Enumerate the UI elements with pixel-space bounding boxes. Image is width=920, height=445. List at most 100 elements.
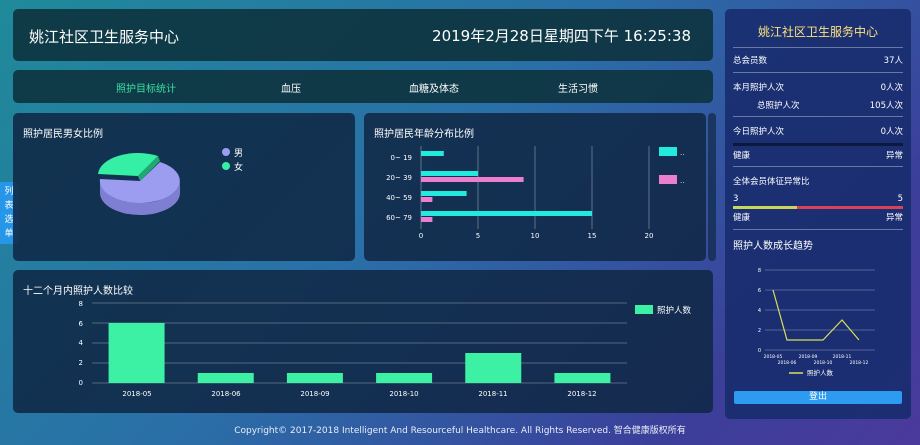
trend-series-line xyxy=(772,289,860,341)
trend-xtick-label: 2018-10 xyxy=(814,360,833,366)
month-visits-label: 本月照护人次 xyxy=(733,83,785,93)
age-category-label: 0~ 19 xyxy=(391,154,412,162)
month-xtick-label: 2018-10 xyxy=(389,390,418,398)
total-visits-row: 总照护人次 105人次 xyxy=(757,99,903,111)
legend-label-male: 男 xyxy=(234,148,243,159)
ratio-bar-abnormal xyxy=(796,206,903,209)
abnormal-ratio-title: 全体会员体征异常比 xyxy=(733,177,810,187)
logout-button[interactable]: 登出 xyxy=(734,391,902,404)
age-category-label: 20~ 39 xyxy=(386,174,412,182)
trend-line-chart: 0 2 4 6 8 2018-05 2018-06 2018-09 2018-1… xyxy=(758,268,875,377)
divider xyxy=(733,166,903,167)
age-legend-label: .. xyxy=(680,149,684,157)
hidden-panel-edge xyxy=(708,113,716,261)
right-summary-panel: 姚江社区卫生服务中心 总会员数 37人 本月照护人次 0人次 总照护人次 105… xyxy=(725,9,911,419)
trend-ytick-label: 0 xyxy=(758,348,761,354)
trend-xtick-label: 2018-11 xyxy=(833,354,852,360)
age-xtick-label: 0 xyxy=(419,232,423,240)
age-category-label: 60~ 79 xyxy=(386,214,412,222)
abnormal-label-2: 异常 xyxy=(885,213,903,223)
trend-title-row: 照护人数成长趋势 xyxy=(733,237,903,252)
header-panel: 姚江社区卫生服务中心 2019年2月28日星期四下午 16:25:38 xyxy=(13,9,713,61)
age-bar xyxy=(421,197,433,202)
age-bar xyxy=(421,217,433,222)
tab-care-goals[interactable]: 照护目标统计 xyxy=(116,80,176,95)
total-visits-value: 105人次 xyxy=(869,101,903,111)
trend-title: 照护人数成长趋势 xyxy=(733,241,813,252)
tab-blood-pressure[interactable]: 血压 xyxy=(281,80,301,95)
tab-lifestyle[interactable]: 生活习惯 xyxy=(558,80,598,95)
today-visits-value: 0人次 xyxy=(880,127,903,137)
month-ytick-label: 4 xyxy=(79,339,84,347)
divider xyxy=(733,116,903,117)
month-bar xyxy=(465,353,522,383)
healthy-label-2: 健康 xyxy=(733,213,751,223)
trend-xtick-label: 2018-05 xyxy=(764,354,783,360)
trend-ytick-label: 2 xyxy=(758,328,761,334)
month-xtick-label: 2018-11 xyxy=(478,390,507,398)
month-bar xyxy=(286,373,343,383)
age-bar xyxy=(421,151,444,156)
month-ytick-label: 6 xyxy=(79,320,84,328)
total-members-row: 总会员数 37人 xyxy=(733,54,903,66)
month-legend-label: 照护人数 xyxy=(657,305,692,316)
month-ytick-label: 0 xyxy=(79,379,83,387)
today-health-bar xyxy=(733,143,903,146)
right-panel-title: 姚江社区卫生服务中心 xyxy=(757,25,878,39)
gender-pie-chart: 男 女 xyxy=(98,148,243,215)
total-visits-label: 总照护人次 xyxy=(757,101,800,111)
trend-xtick-label: 2018-09 xyxy=(799,354,818,360)
divider xyxy=(733,72,903,73)
divider xyxy=(733,229,903,230)
today-visits-row: 今日照护人次 0人次 xyxy=(733,125,903,137)
age-xtick-label: 10 xyxy=(531,232,540,240)
monthly-bar-chart: 0 2 4 6 8 2018-05 2018-06 2018-09 2018-1… xyxy=(79,300,692,398)
month-visits-value: 0人次 xyxy=(880,83,903,93)
month-bar xyxy=(108,323,165,383)
trend-xtick-label: 2018-06 xyxy=(778,360,797,366)
legend-swatch-male xyxy=(222,148,230,156)
tab-blood-sugar[interactable]: 血糖及体态 xyxy=(409,80,459,95)
age-legend-swatch-pink xyxy=(659,175,677,184)
abnormal-ratio-title-row: 全体会员体征异常比 xyxy=(733,175,903,187)
age-bar-chart: 0~ 19 20~ 39 40~ 59 60~ 79 0 5 10 15 20 … xyxy=(386,146,684,240)
month-bar xyxy=(554,373,611,383)
datetime-display: 2019年2月28日星期四下午 16:25:38 xyxy=(432,27,691,45)
divider xyxy=(733,47,903,48)
legend-swatch-female xyxy=(222,162,230,170)
age-bar xyxy=(421,177,524,182)
month-ytick-label: 8 xyxy=(79,300,83,308)
age-bar xyxy=(421,171,478,176)
age-bar xyxy=(421,211,592,216)
tab-bar: 照护目标统计 血压 血糖及体态 生活习惯 xyxy=(13,70,713,103)
healthy-label: 健康 xyxy=(733,151,751,161)
month-xtick-label: 2018-12 xyxy=(567,390,596,398)
abnormal-ratio-values: 3 5 xyxy=(733,194,903,204)
age-distribution-panel: 照护居民年龄分布比例 0~ 19 20~ 39 40~ 59 60~ 79 0 … xyxy=(364,113,706,261)
ratio-bar xyxy=(733,206,903,209)
today-visits-label: 今日照护人次 xyxy=(733,127,785,137)
month-xtick-label: 2018-05 xyxy=(122,390,151,398)
today-health-labels: 健康 异常 xyxy=(733,149,903,161)
trend-ytick-label: 6 xyxy=(758,288,761,294)
site-title: 姚江社区卫生服务中心 xyxy=(29,28,180,46)
age-category-label: 40~ 59 xyxy=(386,194,412,202)
trend-ytick-label: 8 xyxy=(758,268,761,274)
age-bar xyxy=(421,191,467,196)
age-legend-label: .. xyxy=(680,177,684,185)
age-xtick-label: 20 xyxy=(645,232,654,240)
footer-copyright: Copyright© 2017-2018 Intelligent And Res… xyxy=(234,426,686,436)
ratio-labels: 健康 异常 xyxy=(733,211,903,223)
ratio-healthy-value: 3 xyxy=(733,194,739,204)
trend-legend-label: 照护人数 xyxy=(807,368,834,377)
total-members-label: 总会员数 xyxy=(733,56,768,66)
trend-ytick-label: 4 xyxy=(758,308,761,314)
month-visits-row: 本月照护人次 0人次 xyxy=(733,81,903,93)
age-legend-swatch-cyan xyxy=(659,147,677,156)
month-bar xyxy=(197,373,254,383)
month-xtick-label: 2018-06 xyxy=(211,390,241,398)
legend-label-female: 女 xyxy=(234,161,243,173)
ratio-abnormal-value: 5 xyxy=(897,194,903,204)
total-members-value: 37人 xyxy=(883,56,903,66)
age-xtick-label: 5 xyxy=(476,232,480,240)
